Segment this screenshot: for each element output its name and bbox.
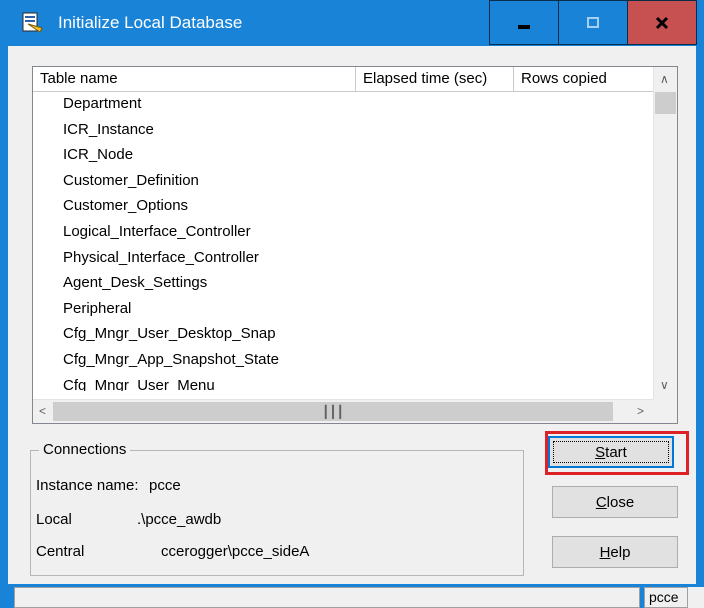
horizontal-scroll-thumb[interactable]: ┃┃┃ <box>53 402 613 421</box>
maximize-icon <box>587 16 599 28</box>
dialog-client-area: Table name Elapsed time (sec) Rows copie… <box>8 46 696 600</box>
list-item[interactable]: Peripheral <box>33 296 653 322</box>
status-bar-instance-pane: pcce <box>644 587 688 608</box>
maximize-button[interactable] <box>558 0 628 45</box>
minimize-button[interactable] <box>489 0 559 45</box>
local-value: .\pcce_awdb <box>137 511 222 528</box>
list-item[interactable]: Department <box>33 91 653 117</box>
list-item[interactable]: Agent_Desk_Settings <box>33 270 653 296</box>
close-button[interactable]: Close <box>552 486 678 518</box>
help-button[interactable]: Help <box>552 536 678 568</box>
database-app-icon <box>22 12 43 33</box>
horizontal-scrollbar[interactable]: < ┃┃┃ > <box>33 399 653 423</box>
table-list-view[interactable]: Table name Elapsed time (sec) Rows copie… <box>32 66 678 424</box>
resize-grip[interactable] <box>688 587 704 608</box>
close-icon <box>655 16 669 29</box>
focus-rectangle <box>553 441 669 463</box>
window-title: Initialize Local Database <box>58 13 243 32</box>
help-button-label: elp <box>610 543 631 561</box>
local-label: Local <box>36 511 72 528</box>
list-rows: Department ICR_Instance ICR_Node Custome… <box>33 91 653 391</box>
central-label: Central <box>36 543 85 560</box>
list-item[interactable]: Physical_Interface_Controller <box>33 245 653 271</box>
instance-name-value: pcce <box>149 477 181 494</box>
scrollbar-corner <box>653 399 677 423</box>
column-header-rows-copied[interactable]: Rows copied <box>514 67 653 91</box>
dialog-window: Initialize Local Database Table name Ela… <box>0 0 704 608</box>
scroll-up-icon[interactable]: ∧ <box>660 73 669 85</box>
list-item[interactable]: ICR_Node <box>33 142 653 168</box>
status-bar-main-pane <box>14 587 640 608</box>
help-button-accesskey: H <box>599 543 611 561</box>
list-item[interactable]: Cfg_Mngr_App_Snapshot_State <box>33 347 653 373</box>
instance-name-label: Instance name: <box>36 477 139 494</box>
vertical-scroll-thumb[interactable] <box>655 92 676 114</box>
list-item[interactable]: Cfg_Mngr_User_Desktop_Snap <box>33 321 653 347</box>
close-button-label: lose <box>606 493 635 511</box>
column-header-elapsed-time[interactable]: Elapsed time (sec) <box>356 67 514 91</box>
list-item[interactable]: Cfg_Mngr_User_Menu <box>33 373 653 391</box>
scroll-grip-icon: ┃┃┃ <box>322 404 344 419</box>
title-bar[interactable]: Initialize Local Database <box>0 0 704 46</box>
column-header-table-name[interactable]: Table name <box>33 67 356 91</box>
scroll-right-icon[interactable]: > <box>637 405 644 417</box>
connections-group: Connections Instance name: pcce Local .\… <box>30 441 524 576</box>
list-header: Table name Elapsed time (sec) Rows copie… <box>33 67 653 92</box>
list-item[interactable]: Customer_Definition <box>33 168 653 194</box>
connections-group-label: Connections <box>39 441 131 459</box>
list-item[interactable]: ICR_Instance <box>33 117 653 143</box>
scroll-down-icon[interactable]: ∨ <box>660 379 669 391</box>
scroll-left-icon[interactable]: < <box>39 405 46 417</box>
vertical-scrollbar[interactable]: ∧ ∨ <box>653 67 677 399</box>
close-window-button[interactable] <box>627 0 697 45</box>
close-button-accesskey: C <box>595 493 607 511</box>
list-item[interactable]: Logical_Interface_Controller <box>33 219 653 245</box>
central-value: ccerogger\pcce_sideA <box>161 543 310 560</box>
list-item[interactable]: Customer_Options <box>33 193 653 219</box>
start-button[interactable]: Start <box>548 436 674 468</box>
minimize-icon <box>518 24 530 29</box>
